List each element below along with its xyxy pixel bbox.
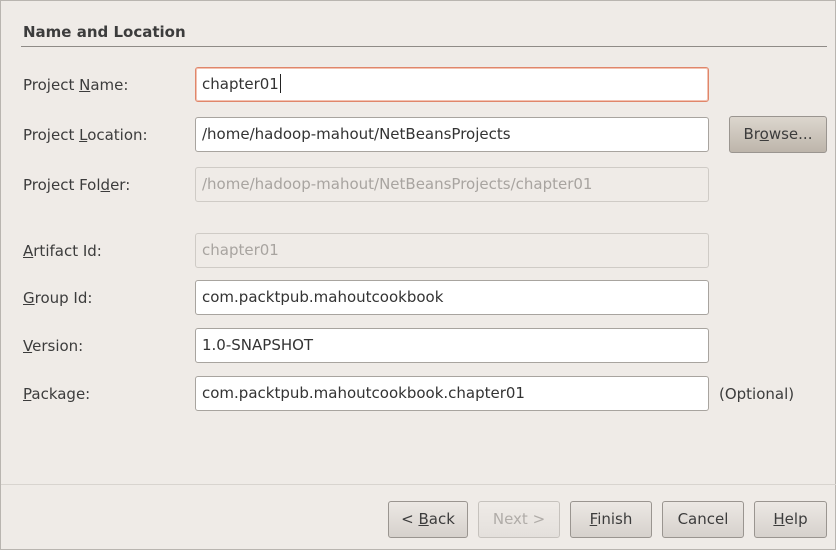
wizard-panel: Name and Location Project Name: chapter0… xyxy=(0,0,836,550)
version-field[interactable]: 1.0-SNAPSHOT xyxy=(195,328,709,363)
back-button[interactable]: < Back xyxy=(388,501,468,538)
finish-button[interactable]: Finish xyxy=(570,501,652,538)
project-location-label: Project Location: xyxy=(23,126,148,144)
project-folder-field: /home/hadoop-mahout/NetBeansProjects/cha… xyxy=(195,167,709,202)
text-caret xyxy=(279,74,281,93)
group-id-label: Group Id: xyxy=(23,289,93,307)
cancel-button[interactable]: Cancel xyxy=(662,501,744,538)
artifact-id-field: chapter01 xyxy=(195,233,709,268)
section-title: Name and Location xyxy=(23,23,186,41)
project-name-field[interactable]: chapter01 xyxy=(195,67,709,102)
help-button[interactable]: Help xyxy=(754,501,827,538)
next-button: Next > xyxy=(478,501,560,538)
package-optional-note: (Optional) xyxy=(719,385,795,403)
project-folder-label: Project Folder: xyxy=(23,176,131,194)
package-field[interactable]: com.packtpub.mahoutcookbook.chapter01 xyxy=(195,376,709,411)
project-location-field[interactable]: /home/hadoop-mahout/NetBeansProjects xyxy=(195,117,709,152)
section-divider xyxy=(21,46,827,47)
project-name-label: Project Name: xyxy=(23,76,129,94)
group-id-field[interactable]: com.packtpub.mahoutcookbook xyxy=(195,280,709,315)
package-label: Package: xyxy=(23,385,91,403)
artifact-id-label: Artifact Id: xyxy=(23,242,102,260)
browse-button[interactable]: Browse... xyxy=(729,116,827,153)
footer-divider xyxy=(1,484,836,485)
version-label: Version: xyxy=(23,337,84,355)
